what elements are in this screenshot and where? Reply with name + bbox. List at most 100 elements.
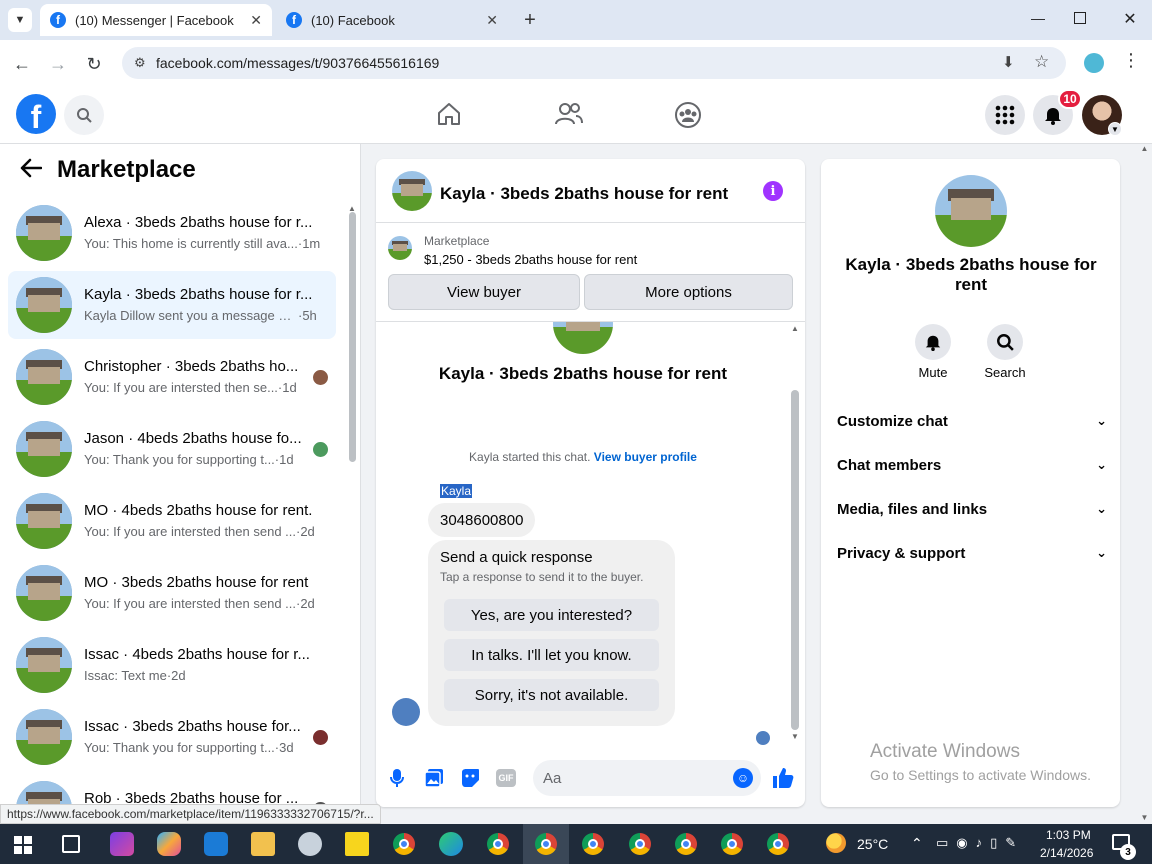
app-icon[interactable] xyxy=(298,832,322,856)
scroll-down-arrow-icon[interactable]: ▼ xyxy=(790,732,800,741)
scrollbar[interactable]: ▲ xyxy=(347,204,357,824)
conversation-item[interactable]: MO · 3beds 2baths house for rent You: If … xyxy=(8,559,336,627)
conversation-thumbnail xyxy=(16,349,72,405)
mute-button[interactable] xyxy=(915,324,951,360)
sender-name: Kayla xyxy=(440,484,473,498)
sender-avatar[interactable] xyxy=(392,698,420,726)
system-tray-icons[interactable]: ▭◉♪▯✎ xyxy=(936,835,1024,851)
close-icon[interactable]: ✕ xyxy=(250,12,262,29)
chat-members-row[interactable]: Chat members ⌄ xyxy=(837,453,1107,477)
file-explorer-icon[interactable] xyxy=(251,832,275,856)
conversation-item[interactable]: Kayla · 3beds 2baths house for r... Kayla… xyxy=(8,271,336,339)
back-button[interactable]: ← xyxy=(10,52,34,76)
conversation-item[interactable]: MO · 4beds 2baths house for rent. You: If… xyxy=(8,487,336,555)
gif-icon[interactable]: GIF xyxy=(496,769,516,787)
privacy-support-row[interactable]: Privacy & support ⌄ xyxy=(837,541,1107,565)
chrome-icon[interactable] xyxy=(393,833,415,855)
new-tab-button[interactable]: + xyxy=(518,8,542,32)
tab-facebook[interactable]: f (10) Facebook ✕ xyxy=(276,4,508,36)
microphone-icon[interactable] xyxy=(390,768,404,793)
groups-nav-button[interactable] xyxy=(674,101,702,134)
menu-button[interactable] xyxy=(985,95,1025,135)
scroll-up-arrow-icon[interactable]: ▲ xyxy=(790,324,800,333)
app-icon[interactable] xyxy=(204,832,228,856)
message-bubble[interactable]: 3048600800 xyxy=(428,503,536,537)
info-name: Kayla · 3beds 2baths house for rent xyxy=(845,255,1097,294)
bookmark-star-icon[interactable]: ☆ xyxy=(1034,52,1049,72)
clock-date[interactable]: 2/14/2026 xyxy=(1040,846,1093,860)
info-avatar[interactable] xyxy=(935,175,1007,247)
address-bar[interactable]: ⚙ facebook.com/messages/t/90376645561616… xyxy=(122,47,1066,79)
chrome-icon[interactable] xyxy=(535,833,557,855)
chrome-icon[interactable] xyxy=(629,833,651,855)
scroll-up-arrow-icon[interactable]: ▲ xyxy=(1137,144,1152,153)
restore-button[interactable] xyxy=(1074,12,1086,24)
tab-search-button[interactable]: ▼ xyxy=(8,8,32,32)
view-buyer-profile-link[interactable]: View buyer profile xyxy=(594,450,697,464)
back-arrow-icon[interactable] xyxy=(20,158,43,183)
edge-icon[interactable] xyxy=(439,832,463,856)
task-view-icon[interactable] xyxy=(62,835,80,853)
conversation-item[interactable]: Jason · 4beds 2baths house fo... You: Tha… xyxy=(8,415,336,483)
sticky-notes-icon[interactable] xyxy=(345,832,369,856)
weather-temp[interactable]: 25°C xyxy=(857,836,888,852)
windows-start-icon[interactable] xyxy=(14,836,32,854)
search-conversation-button[interactable] xyxy=(987,324,1023,360)
facebook-logo[interactable]: f xyxy=(16,94,56,135)
chrome-icon[interactable] xyxy=(675,833,697,855)
info-icon[interactable]: i xyxy=(763,181,783,201)
search-button[interactable] xyxy=(64,95,104,135)
copilot-icon[interactable] xyxy=(157,832,181,856)
reload-button[interactable]: ↻ xyxy=(82,52,106,76)
conversation-title: Kayla · 3beds 2baths house for r... xyxy=(84,286,313,303)
chevron-up-icon[interactable]: ⌃ xyxy=(911,835,923,852)
chat-header-avatar[interactable] xyxy=(392,171,432,211)
close-window-button[interactable]: ✕ xyxy=(1120,9,1140,29)
view-buyer-button[interactable]: View buyer xyxy=(388,274,580,310)
install-app-icon[interactable]: ⬇ xyxy=(1002,53,1015,71)
conversation-item[interactable]: Issac · 3beds 2baths house for... You: Th… xyxy=(8,703,336,771)
listing-description[interactable]: $1,250 - 3beds 2baths house for rent xyxy=(424,252,637,267)
page-scrollbar[interactable]: ▲ ▼ xyxy=(1137,144,1152,824)
browser-menu-icon[interactable]: ⋮ xyxy=(1122,50,1140,71)
conversation-time: ·1m xyxy=(297,236,321,251)
quick-reply-button[interactable]: Yes, are you interested? xyxy=(444,599,659,631)
like-button[interactable] xyxy=(771,766,795,795)
app-icon[interactable] xyxy=(110,832,134,856)
quick-reply-button[interactable]: Sorry, it's not available. xyxy=(444,679,659,711)
media-files-links-row[interactable]: Media, files and links ⌄ xyxy=(837,497,1107,521)
page-title: Marketplace xyxy=(57,156,196,183)
sticker-icon[interactable] xyxy=(460,768,480,793)
message-input[interactable]: Aa ☺ xyxy=(533,760,761,796)
listing-thumbnail[interactable] xyxy=(388,236,412,260)
image-icon[interactable] xyxy=(424,768,444,793)
chrome-icon[interactable] xyxy=(767,833,789,855)
account-chevron-down-icon[interactable]: ▼ xyxy=(1108,122,1122,136)
close-icon[interactable]: ✕ xyxy=(486,12,498,29)
friends-nav-button[interactable] xyxy=(555,102,583,131)
scroll-down-arrow-icon[interactable]: ▼ xyxy=(1137,813,1152,822)
scrollbar-thumb[interactable] xyxy=(791,390,799,730)
scrollbar-thumb[interactable] xyxy=(349,212,356,462)
profile-avatar-icon[interactable] xyxy=(1084,53,1104,73)
chrome-icon[interactable] xyxy=(721,833,743,855)
conversation-item[interactable]: Issac · 4beds 2baths house for r... Issac… xyxy=(8,631,336,699)
quick-reply-button[interactable]: In talks. I'll let you know. xyxy=(444,639,659,671)
minimize-button[interactable]: — xyxy=(1028,10,1048,30)
customize-chat-row[interactable]: Customize chat ⌄ xyxy=(837,409,1107,433)
tab-messenger[interactable]: f (10) Messenger | Facebook ✕ xyxy=(40,4,272,36)
chat-title[interactable]: Kayla · 3beds 2baths house for rent xyxy=(440,184,728,204)
home-nav-button[interactable] xyxy=(436,102,462,131)
emoji-icon[interactable]: ☺ xyxy=(733,768,753,788)
clock-time[interactable]: 1:03 PM xyxy=(1046,828,1091,842)
conversation-item[interactable]: Christopher · 3beds 2baths ho... You: If … xyxy=(8,343,336,411)
more-options-button[interactable]: More options xyxy=(584,274,793,310)
thread-scrollbar[interactable]: ▲ ▼ xyxy=(790,324,800,744)
conversation-item[interactable]: Alexa · 3beds 2baths house for r... You: … xyxy=(8,199,336,267)
chrome-icon[interactable] xyxy=(582,833,604,855)
weather-icon[interactable] xyxy=(826,833,846,853)
site-settings-icon[interactable]: ⚙ xyxy=(134,55,146,71)
home-icon xyxy=(438,103,460,125)
forward-button[interactable]: → xyxy=(46,52,70,76)
chrome-icon[interactable] xyxy=(487,833,509,855)
